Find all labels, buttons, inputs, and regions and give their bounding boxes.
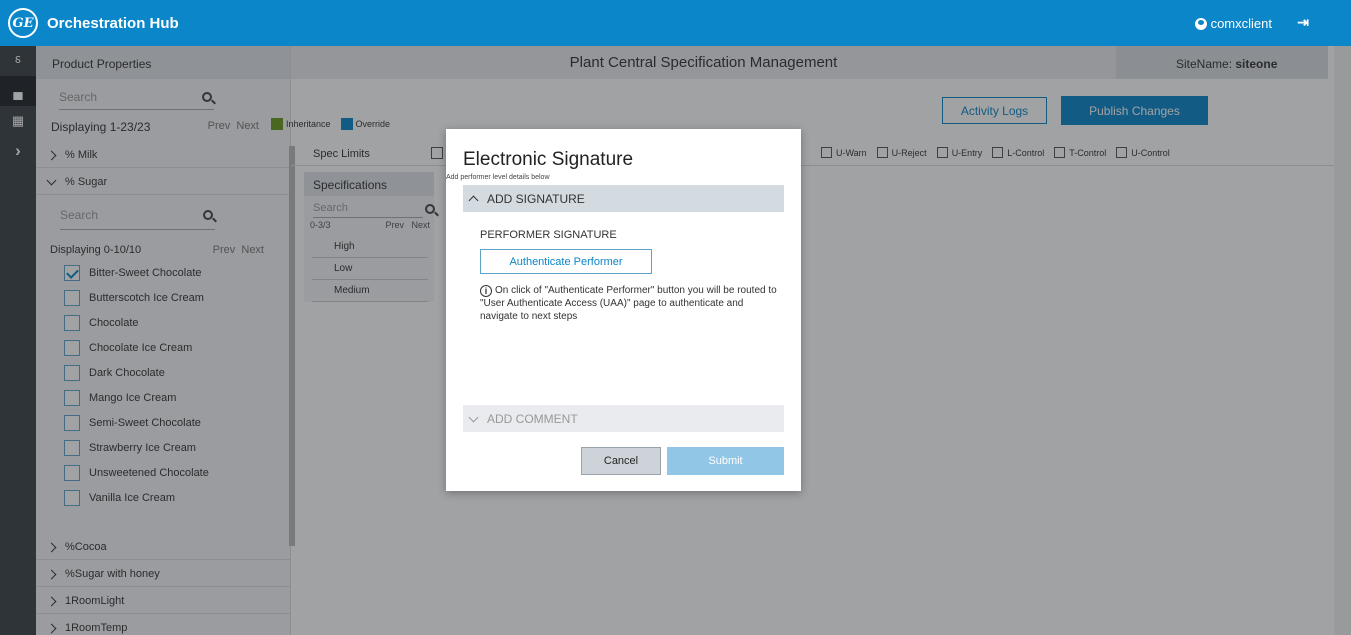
app-title: Orchestration Hub xyxy=(47,14,179,32)
user-icon xyxy=(1194,17,1207,30)
username: comxclient xyxy=(1210,16,1272,31)
authenticate-performer-button[interactable]: Authenticate Performer xyxy=(480,249,652,274)
logout-icon[interactable]: ⇥ xyxy=(1297,14,1309,31)
electronic-signature-dialog: Electronic Signature Add performer level… xyxy=(446,129,801,491)
cancel-button[interactable]: Cancel xyxy=(581,447,661,475)
performer-signature-label: PERFORMER SIGNATURE xyxy=(480,229,617,241)
info-icon: i xyxy=(480,285,492,297)
dialog-title: Electronic Signature xyxy=(463,149,634,170)
user-menu[interactable]: comxclient xyxy=(1194,16,1272,31)
dialog-subtitle: Add performer level details below xyxy=(446,174,550,181)
ge-logo: GE xyxy=(8,8,38,38)
add-signature-section[interactable]: ADD SIGNATURE xyxy=(463,185,784,212)
info-message: i On click of "Authenticate Performer" bu… xyxy=(480,285,777,322)
top-bar: GE Orchestration Hub comxclient ⇥ xyxy=(0,0,1351,46)
chevron-up-icon xyxy=(468,195,479,206)
add-comment-section[interactable]: ADD COMMENT xyxy=(463,405,784,432)
submit-button[interactable]: Submit xyxy=(667,447,784,475)
chevron-down-icon xyxy=(468,412,479,422)
